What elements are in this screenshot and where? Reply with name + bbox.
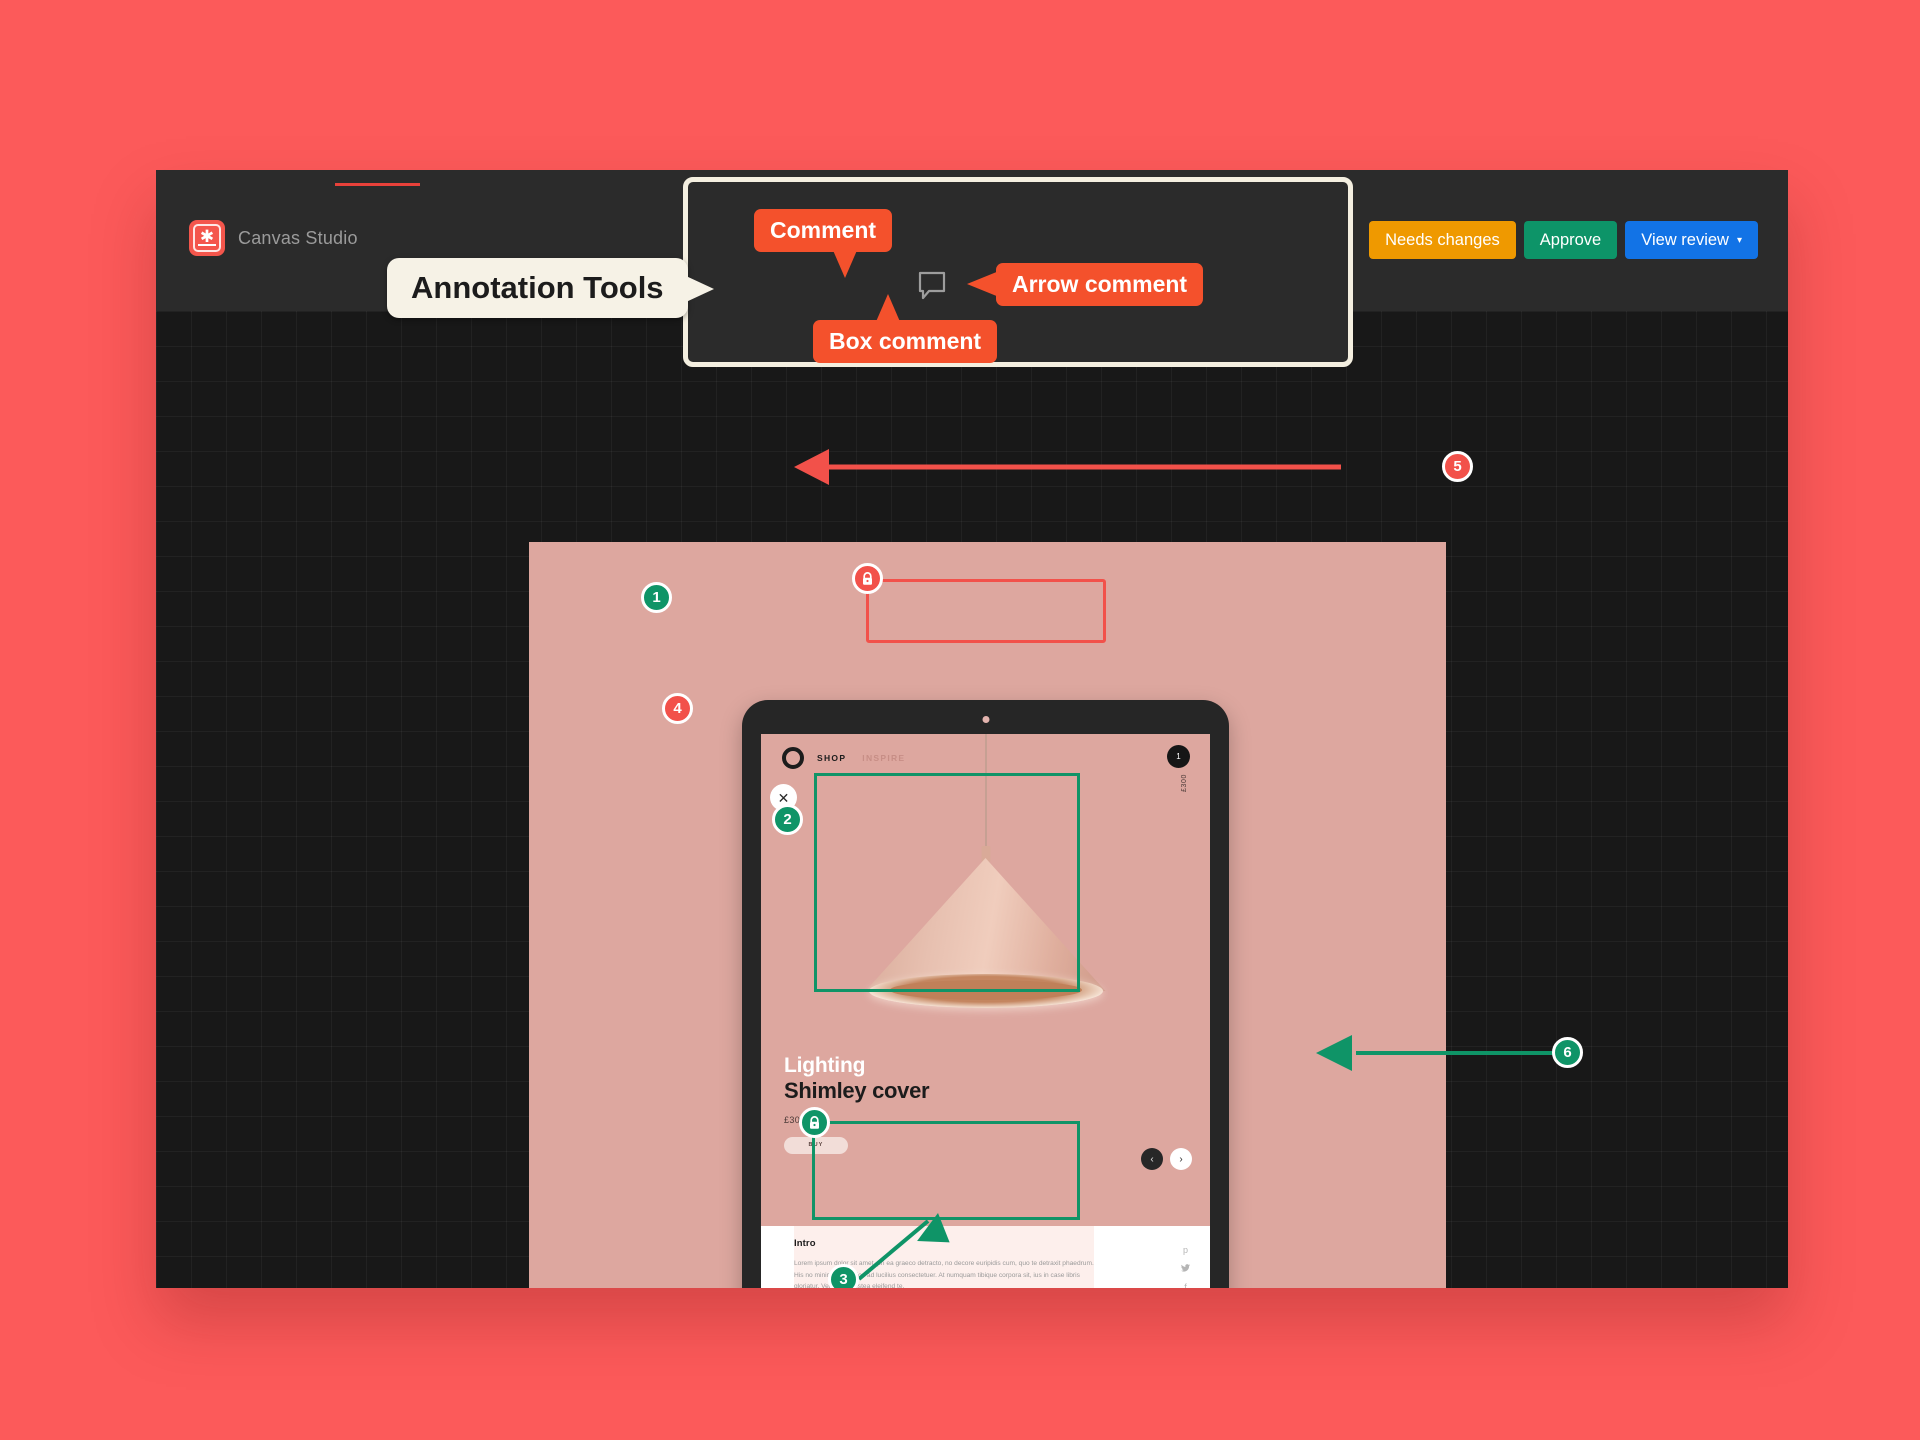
logo-underline — [198, 244, 216, 246]
callout-arrow-label: Arrow comment — [1012, 271, 1188, 297]
facebook-icon[interactable]: f — [1184, 1283, 1187, 1289]
callout-comment: Comment — [754, 209, 893, 278]
carousel-next-glyph: › — [1179, 1153, 1183, 1165]
view-review-label: View review — [1641, 230, 1729, 249]
asterisk-logo-icon: ✱ — [189, 220, 225, 256]
circle-logo-icon[interactable] — [782, 747, 804, 769]
box-annotation-red[interactable] — [852, 563, 1106, 643]
design-canvas[interactable]: SHOP INSPIRE 1 £300 ✕ Lighting Shimley c… — [156, 311, 1788, 1288]
box-annotation-green-image[interactable] — [814, 773, 1080, 992]
annotation-marker-4[interactable]: 4 — [662, 693, 693, 724]
carousel-next-icon[interactable]: › — [1170, 1148, 1192, 1170]
cart-price: £300 — [1181, 774, 1188, 792]
arrow-annotation-5 — [794, 449, 1341, 485]
callout-box-tail — [875, 294, 901, 324]
chevron-down-icon: ▾ — [1736, 235, 1742, 246]
callout-box-label: Box comment — [829, 328, 982, 354]
artboard[interactable]: SHOP INSPIRE 1 £300 ✕ Lighting Shimley c… — [529, 542, 1446, 1288]
needs-changes-label: Needs changes — [1385, 230, 1500, 249]
header-actions: Needs changes Approve View review ▾ — [1369, 221, 1758, 259]
pinterest-icon[interactable]: p — [1183, 1246, 1188, 1255]
marker-5-label: 5 — [1453, 458, 1462, 475]
annotation-marker-3[interactable]: 3 — [828, 1264, 859, 1288]
callout-box-comment: Box comment — [813, 294, 998, 363]
close-glyph: ✕ — [777, 789, 790, 806]
marker-2-label: 2 — [783, 811, 792, 828]
callout-comment-tail — [832, 248, 858, 278]
product-name: Shimley cover — [784, 1077, 930, 1103]
callout-arrow-comment: Arrow comment — [967, 263, 1204, 306]
needs-changes-button[interactable]: Needs changes — [1369, 221, 1516, 259]
view-review-button[interactable]: View review ▾ — [1625, 221, 1758, 259]
brand-name: Canvas Studio — [238, 227, 358, 248]
brand[interactable]: ✱ Canvas Studio — [189, 220, 358, 256]
toolbar-active-underline — [335, 183, 420, 186]
nav-links: SHOP INSPIRE — [817, 753, 905, 763]
annotation-marker-6[interactable]: 6 — [1552, 1037, 1583, 1068]
callout-comment-label: Comment — [770, 217, 877, 243]
marker-6-label: 6 — [1563, 1044, 1572, 1061]
callout-annotation-tools-label: Annotation Tools — [411, 270, 664, 305]
approve-button[interactable]: Approve — [1523, 221, 1618, 259]
nav-item-inspire[interactable]: INSPIRE — [862, 753, 905, 763]
lock-icon[interactable] — [852, 563, 883, 594]
tablet-mockup: SHOP INSPIRE 1 £300 ✕ Lighting Shimley c… — [742, 700, 1229, 1288]
carousel-controls: ‹ › — [1141, 1148, 1192, 1170]
screenshot-root: ✱ Canvas Studio Needs changes Approve Vi… — [0, 0, 1920, 1440]
social-links: p f — [1181, 1246, 1190, 1288]
logo-asterisk-glyph: ✱ — [199, 226, 215, 246]
callout-annotation-tools: Annotation Tools — [387, 258, 714, 318]
carousel-prev-icon[interactable]: ‹ — [1141, 1148, 1163, 1170]
comment-tool[interactable] — [913, 265, 955, 307]
annotation-marker-1[interactable]: 1 — [641, 582, 672, 613]
annotation-marker-5[interactable]: 5 — [1442, 451, 1473, 482]
tablet-screen: SHOP INSPIRE 1 £300 ✕ Lighting Shimley c… — [761, 734, 1210, 1288]
carousel-prev-glyph: ‹ — [1150, 1153, 1154, 1165]
marker-1-label: 1 — [652, 589, 661, 606]
annotation-marker-2[interactable]: 2 — [772, 804, 803, 835]
cart-count: 1 — [1176, 752, 1181, 761]
product-category: Lighting — [784, 1054, 866, 1077]
tablet-camera-icon — [982, 716, 989, 723]
nav-item-shop[interactable]: SHOP — [817, 753, 846, 763]
box-annotation-green-intro[interactable] — [799, 1107, 1080, 1220]
marker-3-label: 3 — [839, 1271, 848, 1288]
approve-label: Approve — [1539, 230, 1602, 249]
callout-arrow-tail — [967, 271, 999, 297]
marker-4-label: 4 — [673, 700, 682, 717]
twitter-icon[interactable] — [1181, 1264, 1190, 1274]
callout-annotation-tools-tail — [685, 276, 714, 302]
lock-icon[interactable] — [799, 1107, 830, 1138]
cart-badge[interactable]: 1 — [1167, 745, 1190, 768]
intro-title: Intro — [794, 1238, 816, 1249]
